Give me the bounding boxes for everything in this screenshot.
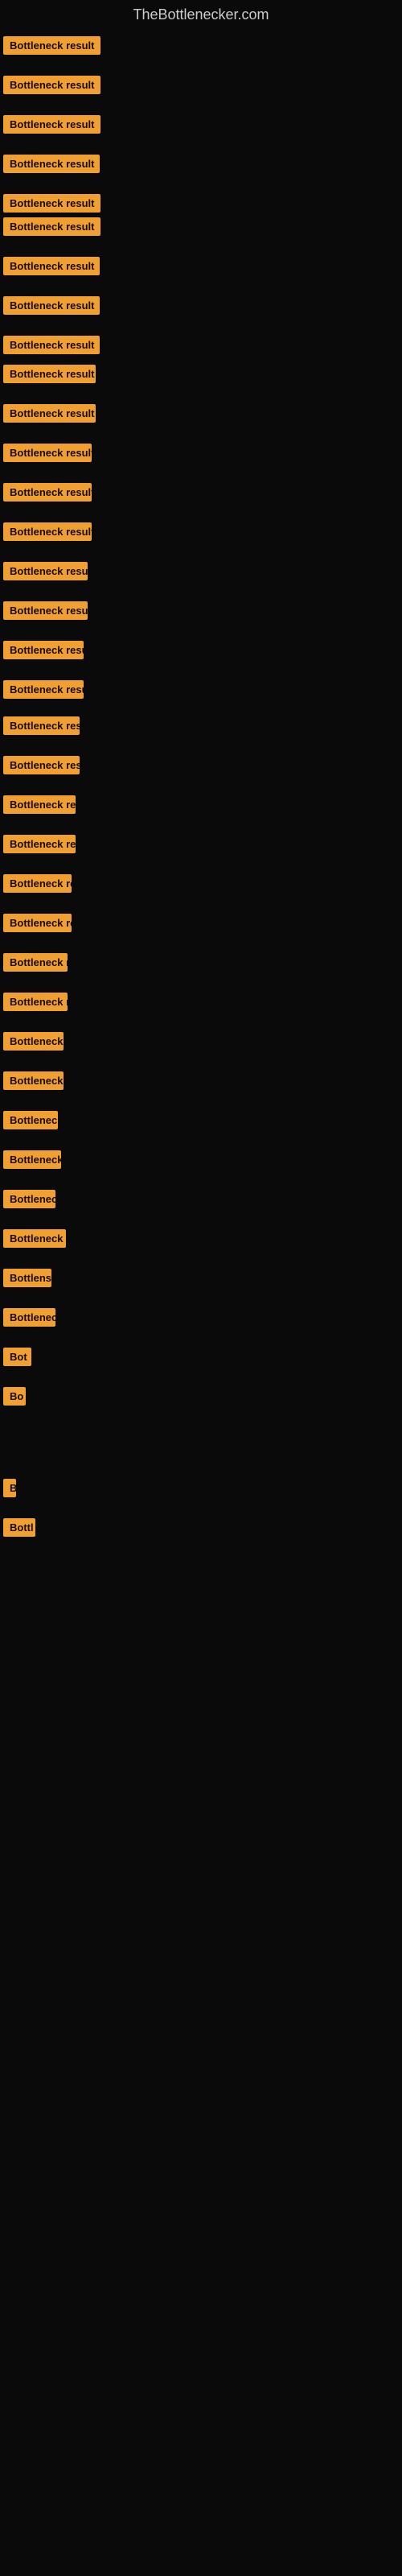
bottleneck-result-label: Bottlenec	[3, 1111, 58, 1133]
bottleneck-result-label: Bot	[3, 1348, 31, 1370]
bottleneck-result-label: Bottleneck result	[3, 336, 100, 358]
bottleneck-result-label: Bottleneck r	[3, 1032, 64, 1055]
bottleneck-result-label: Bottleneck result	[3, 404, 96, 427]
bottleneck-result-label: Bottleneck result	[3, 914, 72, 936]
bottleneck-result-label: Bottleneck result	[3, 680, 84, 703]
bottleneck-result-label: B	[3, 1479, 16, 1501]
bottleneck-result-label: Bottleneck result	[3, 522, 92, 545]
bottleneck-result-label: Bottleneck result	[3, 483, 92, 506]
bottleneck-result-label: Bottleneck result	[3, 795, 76, 818]
bottleneck-result-label: Bottleneck result	[3, 835, 76, 857]
bottleneck-result-label: Bottleneck result	[3, 716, 80, 739]
bottleneck-result-label: Bottleneck result	[3, 115, 100, 138]
bottleneck-result-label: Bottleneck	[3, 1190, 55, 1212]
bottleneck-result-label: Bottleneck result	[3, 562, 88, 584]
bottleneck-result-label: Bottleneck re	[3, 953, 68, 976]
bottleneck-result-label: Bottleneck result	[3, 444, 92, 466]
bottleneck-result-label: Bo	[3, 1387, 26, 1410]
bottleneck-result-label: Bottleneck result	[3, 756, 80, 778]
bottleneck-result-label: Bottleneck result	[3, 641, 84, 663]
bottleneck-result-label: Bottleneck result	[3, 76, 100, 98]
bottleneck-result-label: Bottleneck result	[3, 296, 100, 319]
bottleneck-result-label: Bottl	[3, 1518, 35, 1541]
bottleneck-result-label: Bottleneck result	[3, 155, 100, 177]
bottleneck-result-label: Bottleneck result	[3, 601, 88, 624]
bottleneck-result-label: Bottlens	[3, 1269, 51, 1291]
bottleneck-result-label: Bottleneck result	[3, 257, 100, 279]
bottleneck-result-label: Bottleneck result	[3, 36, 100, 59]
bottleneck-result-label: Bottleneck result	[3, 993, 68, 1015]
bottleneck-result-label: Bottleneck result	[3, 365, 96, 387]
bottleneck-result-label: Bottleneck r	[3, 1150, 61, 1173]
bottleneck-result-label: Bottleneck result	[3, 874, 72, 897]
bottleneck-result-label: Bottleneck result	[3, 1071, 64, 1094]
bottleneck-result-label: Bottleneck res	[3, 1229, 66, 1252]
bottleneck-result-label: Bottleneck result	[3, 217, 100, 240]
bottleneck-result-label: Bottleneck result	[3, 194, 100, 217]
bottleneck-result-label: Bottleneck	[3, 1308, 55, 1331]
site-title: TheBottlenecker.com	[0, 0, 402, 30]
